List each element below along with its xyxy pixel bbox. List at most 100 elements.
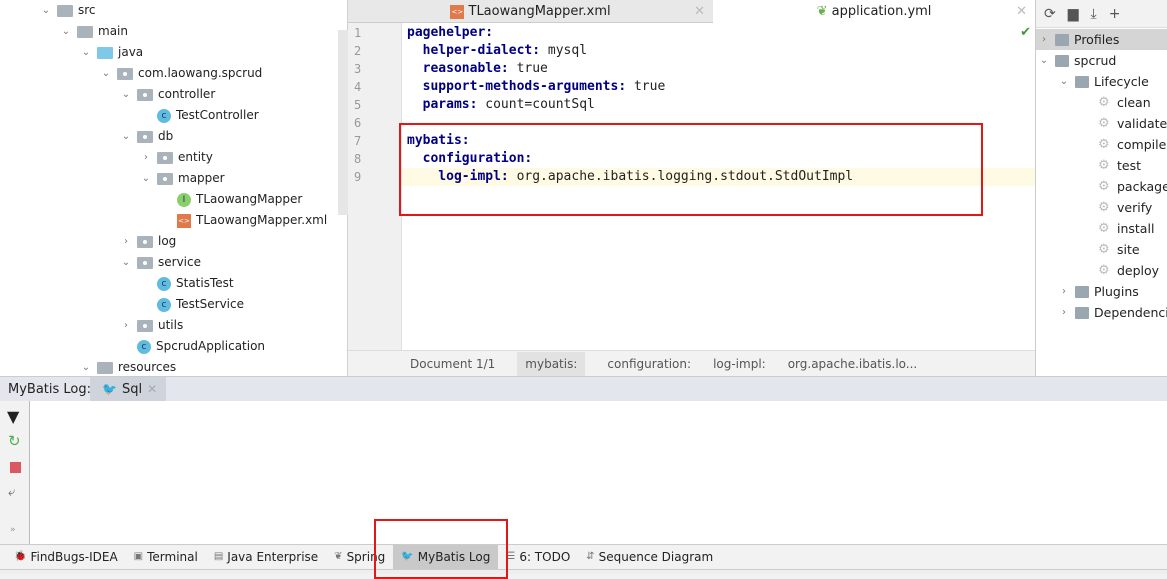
breadcrumb: Document 1/1 mybatis: configuration: log-im… [348,350,1035,376]
breadcrumb-item[interactable]: org.apache.ibatis.lo... [788,357,918,371]
breadcrumb-item[interactable]: log-impl: [713,357,766,371]
tree-item[interactable]: › utils [120,315,183,336]
tree-item[interactable]: ⌄ com.laowang.spcrud [100,63,263,84]
maven-item[interactable]: ⚙ compile [1098,134,1166,155]
tool-window-button[interactable]: 🐞 FindBugs-IDEA [6,545,126,569]
project-tree-scrollbar[interactable] [338,30,348,215]
add-icon[interactable]: + [1109,6,1121,22]
chevron-right-icon[interactable]: › [1058,302,1070,323]
chevron-right-icon[interactable]: › [140,147,152,168]
soft-wrap-icon[interactable]: ⤶ [8,485,15,500]
tool-window-label: 6: TODO [519,550,571,564]
more-icon[interactable]: » [10,525,16,535]
maven-item[interactable]: › Dependencies [1058,302,1167,323]
line-number: 5 [354,98,362,112]
chevron-right-icon[interactable]: › [120,315,132,336]
code-editor[interactable]: ✔ pagehelper: helper-dialect: mysql reas… [402,23,1035,350]
tree-item[interactable]: c SpcrudApplication [120,336,265,357]
log-output[interactable] [30,401,1167,544]
filter-icon[interactable]: ▼ [7,407,19,426]
tree-item[interactable]: ⌄ controller [120,84,215,105]
chevron-right-icon[interactable]: › [120,231,132,252]
tool-window-label: Sequence Diagram [598,550,714,564]
maven-item[interactable]: › Profiles [1038,29,1119,50]
tool-window-button[interactable]: ⇵ Sequence Diagram [578,545,721,569]
log-toolbar: ▼ ↻ ⤶ » [0,401,30,544]
editor-tabs: <> TLaowangMapper.xml ✕ ❦ application.ym… [348,0,1035,23]
breadcrumb-item[interactable]: mybatis: [517,351,586,376]
close-icon[interactable]: ✕ [147,382,157,396]
rerun-icon[interactable]: ↻ [8,432,21,450]
chevron-down-icon[interactable]: ⌄ [1058,71,1070,92]
maven-item[interactable]: › Plugins [1058,281,1139,302]
maven-item[interactable]: ⚙ test [1098,155,1141,176]
maven-item[interactable]: ⌄ Lifecycle [1058,71,1149,92]
tree-item[interactable]: ⌄ mapper [140,168,225,189]
maven-item[interactable]: ⚙ clean [1098,92,1151,113]
yaml-value: mysql [540,43,588,58]
yaml-value: true [508,61,548,76]
maven-item[interactable]: ⌄ spcrud [1038,50,1117,71]
tree-item[interactable]: › log [120,231,176,252]
tree-item[interactable]: ⌄ db [120,126,173,147]
maven-item[interactable]: ⚙ package [1098,176,1167,197]
line-number: 1 [354,26,362,40]
chevron-right-icon[interactable]: › [1058,281,1070,302]
maven-item[interactable]: ⚙ verify [1098,197,1152,218]
stop-icon[interactable] [10,462,21,473]
close-icon[interactable]: ✕ [1016,0,1027,23]
tree-item-label: java [118,45,144,59]
yaml-key: params: [407,97,478,112]
tab-sql[interactable]: 🐦 Sql ✕ [90,377,166,401]
tree-item[interactable]: ⌄ java [80,42,143,63]
maven-item[interactable]: ⚙ deploy [1098,260,1159,281]
tool-window-button[interactable]: ▣ Terminal [126,545,206,569]
maven-item[interactable]: ⚙ install [1098,218,1154,239]
chevron-down-icon[interactable]: ⌄ [120,252,132,273]
close-icon[interactable]: ✕ [694,0,705,23]
tool-window-button[interactable]: 🐦 MyBatis Log [393,545,499,569]
tree-item[interactable]: c TestService [140,294,244,315]
tree-item[interactable]: <> TLaowangMapper.xml [160,210,327,231]
chevron-down-icon[interactable]: ⌄ [1038,50,1050,71]
tool-window-button[interactable]: ❦ Spring [326,545,393,569]
chevron-right-icon[interactable]: › [1038,29,1050,50]
tree-item[interactable]: ⌄ main [60,21,128,42]
breadcrumb-item[interactable]: Document 1/1 [410,357,495,371]
tool-window-label: FindBugs-IDEA [30,550,118,564]
maven-item-label: deploy [1117,263,1160,278]
maven-item[interactable]: ⚙ site [1098,239,1140,260]
tree-item[interactable]: › entity [140,147,213,168]
chevron-down-icon[interactable]: ⌄ [80,357,92,376]
chevron-down-icon[interactable]: ⌄ [40,0,52,21]
tree-item[interactable]: I TLaowangMapper [160,189,302,210]
breadcrumb-item[interactable]: configuration: [607,357,691,371]
tree-item[interactable]: ⌄ resources [80,357,176,376]
chevron-down-icon[interactable]: ⌄ [140,168,152,189]
package-icon [157,151,173,164]
chevron-down-icon[interactable]: ⌄ [100,63,112,84]
tree-item[interactable]: c TestController [140,105,259,126]
tab-tlaowangmapper-xml[interactable]: <> TLaowangMapper.xml ✕ [348,0,713,23]
chevron-down-icon[interactable]: ⌄ [120,126,132,147]
maven-item-label: Lifecycle [1094,74,1149,89]
yaml-key: helper-dialect: [407,43,541,58]
refresh-icon[interactable]: ⟳ [1044,6,1056,22]
class-icon: c [157,297,171,312]
package-icon [137,88,153,101]
chevron-down-icon[interactable]: ⌄ [80,42,92,63]
yaml-key: configuration: [407,151,533,166]
spring-class-icon: c [137,339,151,354]
tree-item[interactable]: ⌄ src [40,0,96,21]
chevron-down-icon[interactable]: ⌄ [120,84,132,105]
tree-item[interactable]: ⌄ service [120,252,201,273]
folder-refresh-icon[interactable]: ▆ [1068,6,1079,22]
gear-icon: ⚙ [1098,137,1110,152]
tool-window-button[interactable]: ☰ 6: TODO [498,545,578,569]
maven-item[interactable]: ⚙ validate [1098,113,1167,134]
chevron-down-icon[interactable]: ⌄ [60,21,72,42]
download-icon[interactable]: ⤓ [1091,6,1097,22]
tree-item[interactable]: c StatisTest [140,273,234,294]
tool-window-button[interactable]: ▤ Java Enterprise [206,545,326,569]
tab-application-yml[interactable]: ❦ application.yml ✕ [713,0,1035,23]
